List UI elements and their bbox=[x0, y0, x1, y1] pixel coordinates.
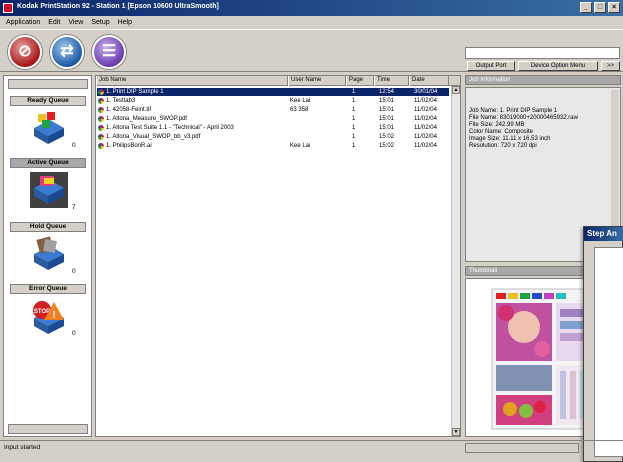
active-queue-icon[interactable] bbox=[28, 172, 68, 208]
queue-scroll-down[interactable] bbox=[8, 424, 88, 434]
info-file-size: File Size: 242.99 MB bbox=[469, 122, 525, 128]
job-icon bbox=[98, 134, 104, 140]
table-row[interactable]: 1. 42058-Feint.tif 63 358 1 15:01 11/02/… bbox=[97, 106, 449, 114]
col-time[interactable]: Time bbox=[374, 76, 409, 86]
stop-button[interactable]: ⊘ bbox=[8, 35, 42, 69]
job-list: Job Name User Name Page Time Date 1. Pri… bbox=[95, 75, 461, 437]
col-user-name[interactable]: User Name bbox=[288, 76, 346, 86]
stop-icon: ⊘ bbox=[18, 43, 32, 60]
job-icon bbox=[98, 107, 104, 113]
job-icon bbox=[98, 125, 104, 131]
resume-button[interactable]: ⇄ bbox=[50, 35, 84, 69]
scroll-down-arrow-icon[interactable]: ▼ bbox=[452, 428, 460, 436]
job-icon bbox=[98, 116, 104, 122]
job-icon bbox=[98, 98, 104, 104]
menu-edit[interactable]: Edit bbox=[48, 19, 60, 26]
arrows-icon: ⇄ bbox=[60, 43, 74, 60]
more-button[interactable]: >> bbox=[601, 61, 620, 71]
menu-application[interactable]: Application bbox=[6, 19, 40, 26]
col-job-name[interactable]: Job Name bbox=[96, 76, 288, 86]
hold-queue-count: 0 bbox=[72, 268, 76, 275]
queue-panel: Ready Queue 0 Active Queue 7 Hold Queue bbox=[3, 75, 92, 437]
title-bar: Kodak PrintStation 92 - Station 1 [Epson… bbox=[0, 0, 623, 16]
col-date[interactable]: Date bbox=[409, 76, 449, 86]
output-port-button[interactable]: Output Port bbox=[467, 61, 515, 71]
table-row[interactable]: 1. PhilipsBonR.ai Kee Lai 1 15:02 11/02/… bbox=[97, 142, 449, 150]
job-information-header: Job Information bbox=[465, 75, 621, 85]
info-resolution: Resolution: 720 x 720 dpi bbox=[469, 143, 537, 149]
ready-queue-count: 0 bbox=[72, 142, 76, 149]
step-dialog: Step An bbox=[583, 226, 623, 462]
maximize-button[interactable]: □ bbox=[594, 2, 606, 13]
status-bar: Input started bbox=[0, 440, 623, 454]
window-title: Kodak PrintStation 92 - Station 1 [Epson… bbox=[17, 3, 219, 10]
info-color-name: Color Name: Composite bbox=[469, 129, 534, 135]
error-queue-icon[interactable]: STOP ! bbox=[28, 298, 68, 334]
menu-help[interactable]: Help bbox=[118, 19, 132, 26]
port-field[interactable] bbox=[465, 47, 620, 59]
job-icon bbox=[98, 143, 104, 149]
ready-queue-label[interactable]: Ready Queue bbox=[10, 96, 86, 106]
status-field bbox=[465, 443, 579, 453]
table-row[interactable]: 1. Altona_Measure_SWOP.pdf 1 15:01 11/02… bbox=[97, 115, 449, 123]
info-job-name: Job Name: 1. Print DIP Sample 1 bbox=[469, 108, 558, 114]
info-file-name: File Name: 83019000+20000465932.raw bbox=[469, 115, 578, 121]
minimize-button[interactable]: _ bbox=[580, 2, 592, 13]
active-queue-label[interactable]: Active Queue bbox=[10, 158, 86, 168]
job-list-header: Job Name User Name Page Time Date bbox=[96, 76, 460, 86]
table-row[interactable]: 1. Print DIP Sample 1 1 12:54 30/01/04 bbox=[97, 88, 449, 96]
app-icon bbox=[3, 3, 13, 13]
table-row[interactable]: 1. Altona_Visual_SWOP_bb_v3.pdf 1 15:02 … bbox=[97, 133, 449, 141]
hold-queue-label[interactable]: Hold Queue bbox=[10, 222, 86, 232]
scroll-up-arrow-icon[interactable]: ▲ bbox=[452, 86, 460, 94]
ready-queue-icon[interactable] bbox=[28, 110, 68, 146]
device-options-button[interactable]: Device Option Menu bbox=[518, 61, 598, 71]
col-page[interactable]: Page bbox=[346, 76, 374, 86]
stripes-icon: ☰ bbox=[101, 43, 117, 60]
queue-scroll-up[interactable] bbox=[8, 79, 88, 89]
table-row[interactable]: 1. Testtab3 Kee Lai 1 15:01 11/02/04 bbox=[97, 97, 449, 105]
job-icon bbox=[98, 89, 104, 95]
job-list-scrollbar[interactable]: ▲ ▼ bbox=[451, 86, 460, 436]
hold-queue-icon[interactable] bbox=[28, 236, 68, 272]
error-queue-label[interactable]: Error Queue bbox=[10, 284, 86, 294]
svg-text:!: ! bbox=[52, 310, 55, 321]
close-button[interactable]: × bbox=[608, 2, 620, 13]
dialog-title[interactable]: Step An bbox=[584, 227, 623, 241]
status-text: Input started bbox=[4, 444, 41, 451]
table-row[interactable]: 1. Altona Test Suite 1.1 - "Technical" -… bbox=[97, 124, 449, 132]
info-image-size: Image Size: 11.11 x 16.53 inch bbox=[469, 136, 551, 142]
job-button[interactable]: ☰ bbox=[92, 35, 126, 69]
dialog-body bbox=[594, 247, 623, 457]
menu-setup[interactable]: Setup bbox=[91, 19, 109, 26]
error-queue-count: 0 bbox=[72, 330, 76, 337]
menu-view[interactable]: View bbox=[68, 19, 83, 26]
active-queue-count: 7 bbox=[72, 204, 76, 211]
menu-bar: Application Edit View Setup Help bbox=[0, 16, 623, 29]
